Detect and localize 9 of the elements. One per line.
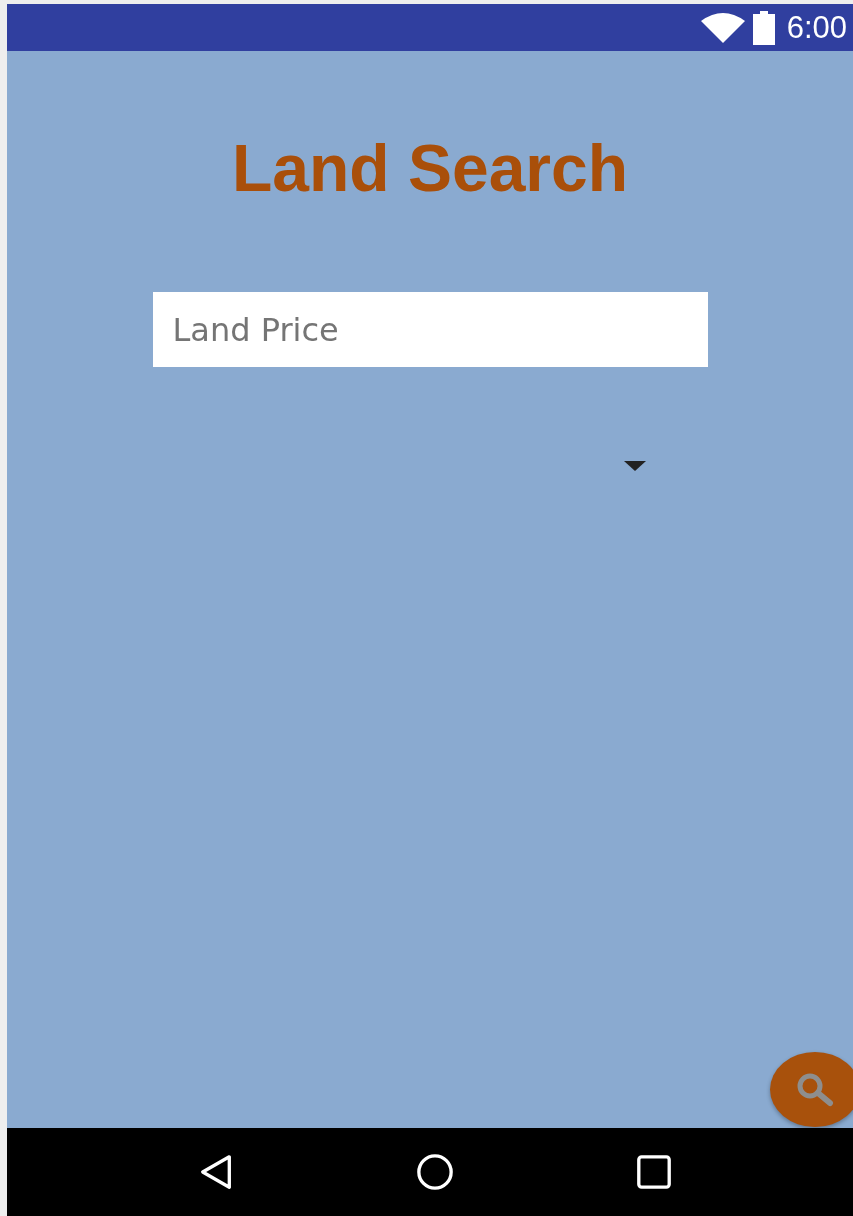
wifi-icon	[700, 12, 745, 43]
battery-icon	[752, 10, 775, 45]
dropdown-caret-icon[interactable]	[624, 461, 646, 471]
land-price-field[interactable]: Land Price	[152, 292, 708, 367]
home-icon[interactable]	[416, 1153, 454, 1191]
status-time: 6:00	[786, 9, 847, 46]
search-icon	[795, 1071, 835, 1108]
recents-icon[interactable]	[634, 1153, 673, 1191]
page-title: Land Search	[231, 135, 629, 201]
